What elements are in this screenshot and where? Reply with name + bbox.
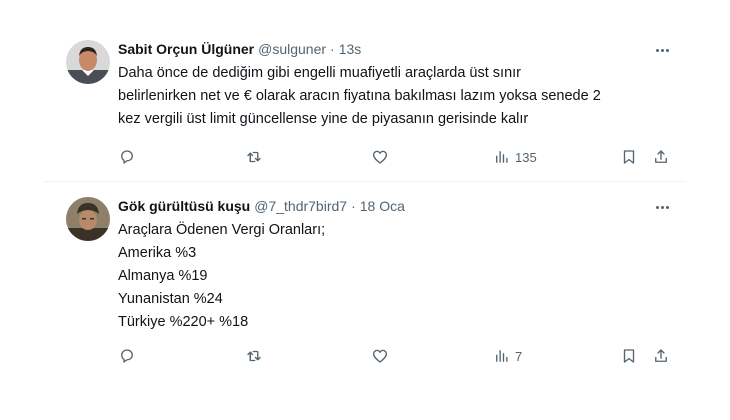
views-icon [496, 350, 508, 362]
tweet-text-line: kez vergili üst limit güncellense yine d… [118, 111, 529, 127]
reply-icon [121, 349, 133, 363]
like-button[interactable] [371, 148, 389, 166]
bookmark-button[interactable] [620, 347, 638, 365]
timestamp[interactable]: 18 Oca [360, 197, 405, 215]
retweet-button[interactable] [245, 148, 263, 166]
bookmark-icon [623, 349, 635, 363]
views-button[interactable]: 7 [493, 347, 522, 365]
avatar[interactable] [66, 197, 110, 241]
tweet-text: Araçlara Ödenen Vergi Oranları; Amerika … [118, 219, 678, 334]
tweet[interactable]: Sabit Orçun Ülgüner @sulguner · 13s Daha… [44, 26, 686, 182]
heart-icon [372, 349, 388, 363]
like-button[interactable] [371, 347, 389, 365]
retweet-button[interactable] [245, 347, 263, 365]
tweet-text-line: Türkiye %220+ %18 [118, 314, 249, 330]
share-icon [655, 150, 667, 163]
views-button[interactable]: 135 [493, 148, 537, 166]
separator: · [330, 41, 335, 57]
tweet[interactable]: Gök gürültüsü kuşu @7_thdr7bird7 · 18 Oc… [44, 183, 686, 383]
tweet-header: Gök gürültüsü kuşu @7_thdr7bird7 · 18 Oc… [118, 197, 678, 215]
views-count: 135 [515, 149, 537, 165]
author-name[interactable]: Gök gürültüsü kuşu [118, 197, 250, 215]
share-icon [655, 349, 667, 362]
reply-icon [121, 150, 133, 164]
tweet-text-line: Almanya %19 [118, 268, 208, 284]
author-handle[interactable]: @7_thdr7bird7 [254, 197, 347, 215]
separator: · [351, 198, 356, 214]
reply-button[interactable] [118, 347, 136, 365]
tweet-text-line: Araçlara Ödenen Vergi Oranları; [118, 222, 326, 238]
share-button[interactable] [652, 347, 670, 365]
views-count: 7 [515, 348, 523, 364]
retweet-icon [247, 350, 261, 362]
tweet-header: Sabit Orçun Ülgüner @sulguner · 13s [118, 40, 678, 58]
tweet-text-line: belirlenirken net ve € olarak aracın fiy… [118, 88, 601, 104]
avatar[interactable] [66, 40, 110, 84]
heart-icon [372, 150, 388, 164]
timestamp[interactable]: 13s [339, 40, 362, 58]
more-icon[interactable] [652, 199, 672, 215]
author-name[interactable]: Sabit Orçun Ülgüner [118, 40, 254, 58]
author-handle[interactable]: @sulguner [258, 40, 326, 58]
reply-button[interactable] [118, 148, 136, 166]
more-icon[interactable] [652, 42, 672, 58]
bookmark-button[interactable] [620, 148, 638, 166]
action-bar: 7 [118, 346, 686, 366]
retweet-icon [247, 151, 261, 163]
share-button[interactable] [652, 148, 670, 166]
tweet-text-line: Yunanistan %24 [118, 291, 223, 307]
action-bar: 135 [118, 147, 686, 167]
bookmark-icon [623, 150, 635, 164]
tweet-text-line: Amerika %3 [118, 245, 197, 261]
tweet-text: Daha önce de dediğim gibi engelli muafiy… [118, 62, 678, 131]
tweet-text-line: Daha önce de dediğim gibi engelli muafiy… [118, 65, 521, 81]
views-icon [496, 151, 508, 163]
